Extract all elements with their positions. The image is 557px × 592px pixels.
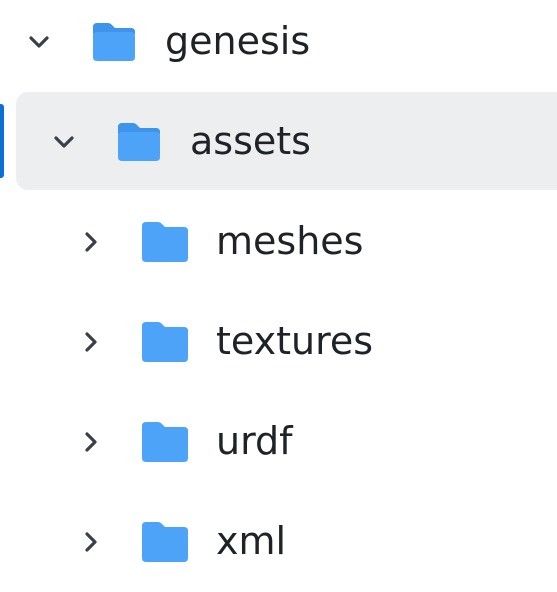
tree-item-label: urdf [216,419,293,463]
chevron-right-icon[interactable] [76,527,106,557]
folder-open-icon [89,20,139,64]
file-tree: genesis assets meshes textures urdf xml [0,0,557,588]
chevron-right-icon[interactable] [76,427,106,457]
tree-item-label: genesis [165,19,311,63]
folder-icon [140,320,190,364]
tree-item-assets[interactable]: assets [0,92,557,192]
chevron-right-icon[interactable] [76,227,106,257]
tree-item-xml[interactable]: xml [0,492,557,592]
tree-item-label: xml [216,519,287,563]
folder-open-icon [114,120,164,164]
tree-item-genesis[interactable]: genesis [0,0,557,92]
folder-icon [140,220,190,264]
folder-icon [140,520,190,564]
tree-item-meshes[interactable]: meshes [0,192,557,292]
selection-indicator [0,104,4,178]
tree-item-textures[interactable]: textures [0,292,557,392]
tree-item-label: assets [190,119,311,163]
chevron-down-icon[interactable] [49,127,79,157]
tree-item-urdf[interactable]: urdf [0,392,557,492]
folder-icon [140,420,190,464]
chevron-down-icon[interactable] [24,27,54,57]
tree-item-label: textures [216,319,374,363]
chevron-right-icon[interactable] [76,327,106,357]
tree-item-label: meshes [216,219,364,263]
